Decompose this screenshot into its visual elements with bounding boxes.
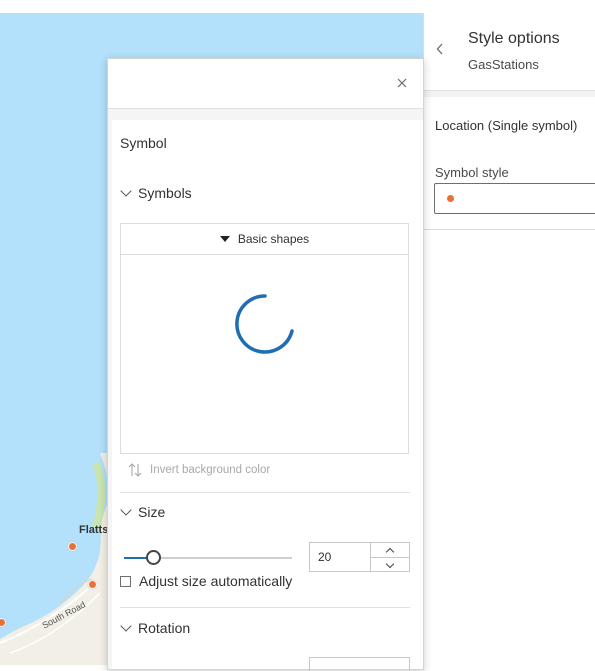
gas-station-marker[interactable]	[68, 542, 77, 551]
close-button[interactable]	[397, 73, 407, 93]
caret-down-icon	[219, 236, 230, 242]
size-section-label: Size	[138, 504, 166, 520]
symbols-section-toggle[interactable]: Symbols	[120, 185, 192, 201]
popover-title: Symbol	[120, 135, 167, 151]
panel-subtitle: GasStations	[468, 57, 539, 72]
size-stepper	[370, 542, 410, 572]
size-input[interactable]	[309, 542, 370, 572]
popover-spacer	[108, 109, 423, 120]
top-strip	[0, 0, 595, 14]
chevron-down-icon	[385, 559, 395, 568]
style-options-panel: Style options GasStations Location (Sing…	[423, 13, 595, 230]
panel-spacer	[424, 91, 595, 97]
invert-label: Invert background color	[150, 464, 271, 476]
size-slider-thumb[interactable]	[145, 550, 161, 565]
chevron-down-icon	[120, 504, 132, 516]
panel-title: Style options	[468, 30, 560, 47]
symbol-style-button[interactable]	[434, 183, 595, 214]
section-divider	[120, 607, 410, 608]
gallery-category-dropdown[interactable]: Basic shapes	[121, 224, 408, 255]
symbol-gallery: Basic shapes	[120, 223, 409, 454]
invert-background-button[interactable]: Invert background color	[128, 463, 270, 477]
gallery-category-label: Basic shapes	[237, 232, 310, 246]
chevron-left-icon	[436, 43, 443, 55]
gas-station-marker[interactable]	[88, 580, 97, 589]
chevron-down-icon	[120, 620, 132, 632]
symbol-preview-icon	[447, 195, 454, 202]
rotation-input[interactable]	[309, 657, 410, 671]
symbol-popover: Symbol Symbols Basic shapes Invert backg…	[107, 58, 424, 671]
rotation-section-label: Rotation	[138, 620, 191, 636]
symbol-style-label: Symbol style	[435, 165, 509, 180]
size-decrement-button[interactable]	[371, 558, 409, 572]
chevron-up-icon	[385, 547, 395, 556]
invert-arrows-icon	[128, 463, 142, 477]
location-section-label: Location (Single symbol)	[435, 118, 578, 133]
chevron-down-icon	[120, 185, 132, 197]
section-divider	[120, 492, 410, 493]
close-icon	[397, 78, 407, 88]
symbols-section-label: Symbols	[138, 185, 192, 201]
back-button[interactable]	[432, 41, 448, 61]
map-place-label: Flatts	[79, 524, 109, 536]
popover-left-gutter	[108, 109, 112, 669]
adjust-size-checkbox-row[interactable]: Adjust size automatically	[120, 573, 292, 589]
rotation-section-toggle[interactable]: Rotation	[120, 620, 191, 636]
adjust-size-label: Adjust size automatically	[139, 573, 293, 589]
size-increment-button[interactable]	[371, 543, 409, 558]
adjust-size-checkbox[interactable]	[120, 575, 131, 587]
spinner-icon	[235, 294, 294, 354]
size-section-toggle[interactable]: Size	[120, 504, 166, 520]
